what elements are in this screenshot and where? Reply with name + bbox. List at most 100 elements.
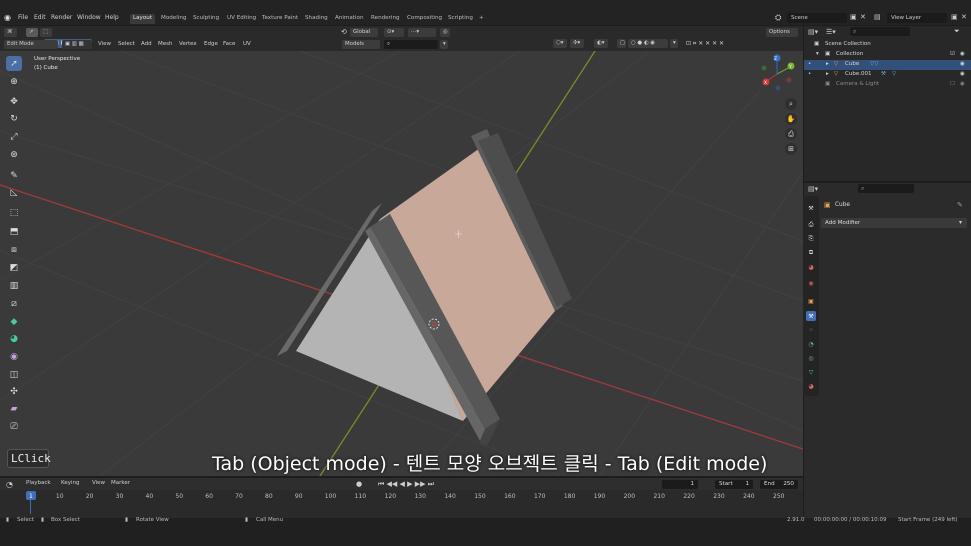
view-object-types-icon[interactable]: ⬡▾	[553, 39, 567, 48]
physics-tab-icon[interactable]: ◔	[806, 339, 816, 349]
menu-view[interactable]: View	[98, 41, 111, 47]
particles-tab-icon[interactable]: ⁘	[806, 325, 816, 335]
models-search-input[interactable]: ⌕	[384, 40, 438, 49]
render-tab-icon[interactable]: ⎙	[806, 220, 816, 230]
display-mode-icon[interactable]: ☰▾	[826, 28, 836, 36]
tab-sculpting[interactable]: Sculpting	[190, 14, 222, 24]
timeline-menu-keying[interactable]: Keying	[61, 480, 79, 486]
modifier-tab-icon[interactable]: ⚒	[806, 311, 816, 321]
inset-icon[interactable]: ⧈	[6, 242, 22, 257]
ortho-grid-icon[interactable]: ⊞	[785, 143, 797, 155]
timeline-menu-view[interactable]: View	[92, 480, 105, 486]
playback-controls[interactable]: ⏮ ◀◀ ◀ ▶ ▶▶ ⏭	[378, 480, 434, 489]
menu-add[interactable]: Add	[141, 41, 152, 47]
new-scene-icon[interactable]: ▣	[850, 13, 857, 21]
filter-icon[interactable]: ⏷	[954, 27, 960, 36]
shrink-fatten-icon[interactable]: ✣	[6, 384, 22, 399]
timeline-editor-icon[interactable]: ◔	[6, 480, 13, 489]
start-frame-field[interactable]: Start 1	[715, 480, 753, 489]
models-menu-icon[interactable]: ▾	[440, 40, 448, 49]
poly-build-icon[interactable]: ◆	[6, 314, 22, 329]
scale-icon[interactable]: ⤢	[6, 129, 22, 144]
world-tab-icon[interactable]: ◉	[806, 278, 816, 288]
tab-scripting[interactable]: Scripting	[445, 14, 476, 24]
select-tool-icon[interactable]: ➚	[26, 28, 38, 37]
visibility-eye-icon[interactable]: ◉	[960, 71, 965, 77]
editor-type-icon[interactable]: ⌘	[4, 28, 17, 37]
timeline-menu-marker[interactable]: Marker	[111, 480, 130, 486]
tab-shading[interactable]: Shading	[302, 14, 331, 24]
mesh-select-mode[interactable]: ▣ ▥ ▦	[62, 40, 92, 49]
cursor-icon[interactable]: ⊕	[6, 74, 22, 89]
tab-layout[interactable]: Layout	[130, 14, 156, 24]
delete-view-layer-icon[interactable]: ✕	[961, 13, 967, 21]
material-tab-icon[interactable]: ◕	[806, 381, 816, 391]
menu-vertex[interactable]: Vertex	[179, 41, 197, 47]
outliner-search-input[interactable]: ⌕	[850, 27, 910, 36]
menu-edge[interactable]: Edge	[204, 41, 218, 47]
output-tab-icon[interactable]: ⎘	[806, 234, 816, 244]
outliner-row-collection[interactable]: ▾ ▣ Collection ☑ ◉	[804, 50, 971, 60]
transform-orientation-dropdown[interactable]: Global	[350, 28, 378, 37]
tab-modeling[interactable]: Modeling	[158, 14, 189, 24]
annotate-icon[interactable]: ✎	[6, 168, 22, 183]
zoom-icon[interactable]: ⌕	[785, 98, 797, 110]
visibility-eye-icon[interactable]: ◉	[960, 61, 965, 67]
bevel-icon[interactable]: ◩	[6, 260, 22, 275]
timeline-menu-playback[interactable]: Playback	[26, 480, 51, 486]
overlays-toggle-icon[interactable]: ◐▾	[594, 39, 608, 48]
mode-dropdown[interactable]: Edit Mode	[4, 40, 58, 49]
shear-icon[interactable]: ▰	[6, 401, 22, 416]
checkbox-icon[interactable]: ☑	[950, 51, 955, 57]
spin-icon[interactable]: ◕	[6, 331, 22, 346]
tab-compositing[interactable]: Compositing	[404, 14, 445, 24]
visibility-eye-icon[interactable]: ◉	[960, 81, 965, 87]
tab-texture-paint[interactable]: Texture Paint	[259, 14, 301, 24]
outliner-row-scene-collection[interactable]: ▣ Scene Collection	[804, 40, 971, 50]
properties-editor-icon[interactable]: ▤▾	[808, 185, 818, 193]
menu-face[interactable]: Face	[223, 41, 235, 47]
constraints-tab-icon[interactable]: ◎	[806, 353, 816, 363]
select-box-icon[interactable]: ➚	[6, 56, 22, 71]
expand-icon[interactable]: ▸	[826, 71, 829, 77]
tool-tab-icon[interactable]: ⚒	[806, 203, 816, 213]
gizmo-toggle-icon[interactable]: ✣▾	[570, 39, 584, 48]
edit-mode-dot-icon[interactable]: •	[808, 71, 811, 77]
tab-uv-editing[interactable]: UV Editing	[224, 14, 259, 24]
end-frame-field[interactable]: End 250	[760, 480, 798, 489]
transform-icon[interactable]: ⊛	[6, 147, 22, 162]
visibility-eye-icon[interactable]: ◉	[960, 51, 965, 57]
proportional-edit-icon[interactable]: ◎	[440, 28, 450, 37]
rotate-icon[interactable]: ↻	[6, 111, 22, 126]
options-dropdown[interactable]: Options	[766, 28, 798, 37]
pivot-point-dropdown[interactable]: ⊙▾	[384, 28, 404, 37]
menu-help[interactable]: Help	[105, 14, 119, 21]
edge-slide-icon[interactable]: ◫	[6, 367, 22, 382]
scene-tab-icon[interactable]: ◕	[806, 262, 816, 272]
menu-edit[interactable]: Edit	[34, 14, 46, 21]
pan-hand-icon[interactable]: ✋	[785, 113, 797, 125]
view-layer-selector[interactable]: View Layer	[887, 13, 947, 23]
outliner-row-cube-001[interactable]: • ▸ ▽ Cube.001 ⚒ ▽ ◉	[804, 70, 971, 80]
outliner-editor-icon[interactable]: ▤▾	[808, 28, 818, 36]
checkbox-icon[interactable]: ☐	[950, 81, 955, 87]
properties-search-input[interactable]: ⌕	[858, 184, 914, 193]
menu-uv[interactable]: UV	[243, 41, 251, 47]
new-view-layer-icon[interactable]: ▣	[951, 13, 958, 21]
add-modifier-dropdown[interactable]: Add Modifier ▾	[821, 218, 967, 228]
snap-dropdown[interactable]: ⋯▾	[408, 28, 436, 37]
tent-mesh[interactable]	[277, 129, 572, 446]
menu-window[interactable]: Window	[77, 14, 101, 21]
tweak-icon[interactable]: ⬚	[40, 28, 52, 37]
view-layer-tab-icon[interactable]: ⧉	[806, 248, 816, 258]
expand-icon[interactable]: ▾	[816, 51, 819, 57]
pin-icon[interactable]: ✎	[957, 201, 963, 209]
data-tab-icon[interactable]: ▽	[806, 367, 816, 377]
menu-select[interactable]: Select	[118, 41, 135, 47]
shading-options-icon[interactable]: ▾	[670, 39, 678, 48]
menu-mesh[interactable]: Mesh	[158, 41, 172, 47]
menu-file[interactable]: File	[18, 14, 28, 21]
3d-viewport[interactable]: Z Y X	[0, 51, 803, 476]
edit-mode-dot-icon[interactable]: •	[808, 61, 811, 67]
xray-toggle-icon[interactable]: ▢	[617, 39, 626, 48]
